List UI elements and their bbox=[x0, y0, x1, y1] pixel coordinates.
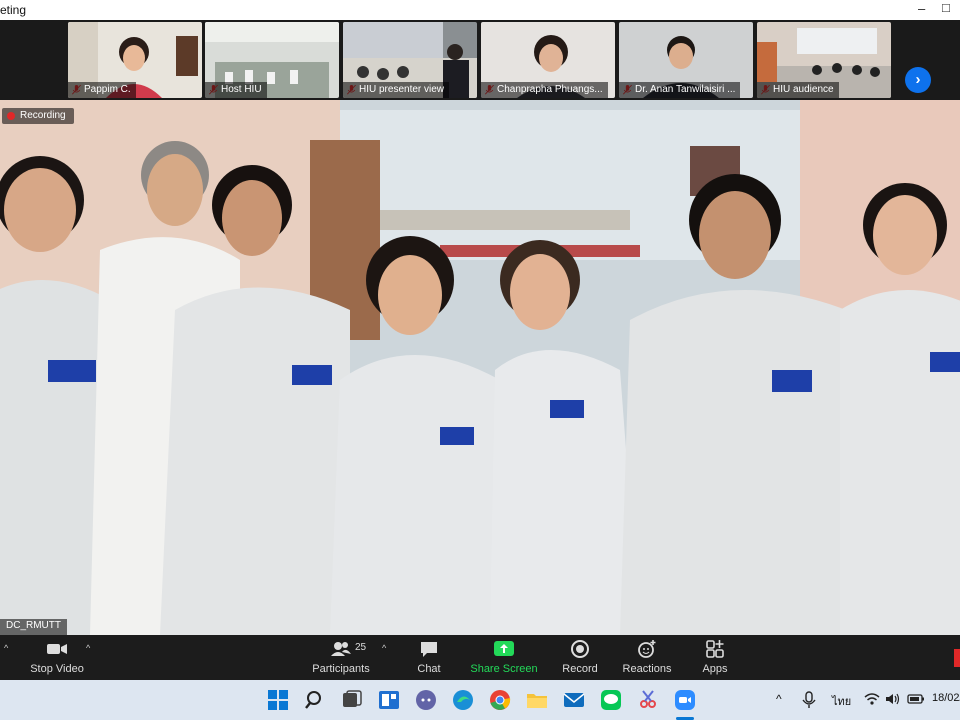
participants-icon bbox=[331, 642, 351, 656]
file-explorer-icon[interactable] bbox=[525, 688, 549, 712]
wifi-icon[interactable] bbox=[864, 692, 880, 706]
participant-name: Dr. Anan Tanwilaisiri ... bbox=[619, 82, 741, 98]
participants-count: 25 bbox=[355, 642, 367, 653]
participant-thumbnail[interactable]: Pappim C. bbox=[68, 22, 202, 98]
participant-strip: Pappim C. Host HIU HIU presenter view Ch… bbox=[0, 20, 960, 100]
share-screen-icon bbox=[494, 641, 514, 656]
record-label: Record bbox=[562, 663, 598, 675]
participant-thumbnail[interactable]: Dr. Anan Tanwilaisiri ... bbox=[619, 22, 753, 98]
speaker-name-label: DC_RMUTT bbox=[0, 619, 67, 635]
speaker-volume-icon[interactable] bbox=[885, 692, 901, 706]
reactions-label: Reactions bbox=[622, 663, 672, 675]
smiley-plus-icon bbox=[638, 640, 656, 658]
audio-options-chevron-icon[interactable]: ^ bbox=[4, 643, 8, 653]
participant-name: Chanprapha Phuangs... bbox=[481, 82, 608, 98]
participant-name: HIU audience bbox=[757, 82, 839, 98]
participants-label: Participants bbox=[312, 663, 370, 675]
teams-chat-icon[interactable] bbox=[414, 688, 438, 712]
stop-video-button[interactable]: Stop Video bbox=[28, 639, 86, 675]
battery-icon[interactable] bbox=[907, 692, 925, 706]
chat-button[interactable]: Chat bbox=[412, 639, 446, 675]
line-app-icon[interactable] bbox=[599, 688, 623, 712]
recording-label: Recording bbox=[20, 110, 66, 121]
edge-browser-icon[interactable] bbox=[451, 688, 475, 712]
recording-dot-icon bbox=[7, 112, 15, 120]
main-video bbox=[0, 100, 960, 635]
group-photo bbox=[0, 100, 960, 635]
record-icon bbox=[571, 640, 589, 658]
windows-taskbar: ^ ไทย 18/02/ bbox=[0, 680, 960, 720]
apps-icon bbox=[706, 640, 724, 658]
participant-name: Host HIU bbox=[205, 82, 267, 98]
reactions-button[interactable]: Reactions bbox=[622, 639, 672, 675]
video-options-chevron-icon[interactable]: ^ bbox=[86, 643, 90, 653]
video-camera-icon bbox=[47, 644, 67, 654]
zoom-app-icon[interactable] bbox=[673, 688, 697, 712]
input-language-indicator[interactable]: ไทย bbox=[832, 692, 851, 710]
mail-icon[interactable] bbox=[562, 688, 586, 712]
apps-label: Apps bbox=[702, 663, 728, 675]
chat-bubble-icon bbox=[421, 642, 437, 657]
chat-label: Chat bbox=[417, 663, 441, 675]
participant-name: HIU presenter view bbox=[343, 82, 450, 98]
participant-thumbnail[interactable]: HIU presenter view bbox=[343, 22, 477, 98]
participants-options-chevron-icon[interactable]: ^ bbox=[382, 643, 386, 653]
meeting-toolbar: ^ Stop Video ^ Participants 25 ^ Chat Sh… bbox=[0, 635, 960, 680]
participant-name: Pappim C. bbox=[68, 82, 136, 98]
chrome-browser-icon[interactable] bbox=[488, 688, 512, 712]
snipping-tool-icon[interactable] bbox=[636, 688, 660, 712]
show-hidden-icons-chevron-icon[interactable]: ^ bbox=[776, 692, 782, 706]
window-titlebar: eting – □ bbox=[0, 0, 960, 20]
search-icon[interactable] bbox=[303, 688, 327, 712]
share-screen-label: Share Screen bbox=[470, 663, 538, 675]
next-page-chevron-icon[interactable]: › bbox=[905, 67, 931, 93]
microphone-icon[interactable] bbox=[802, 691, 816, 709]
participant-thumbnail[interactable]: Host HIU bbox=[205, 22, 339, 98]
taskbar-date[interactable]: 18/02/ bbox=[932, 692, 960, 704]
end-meeting-button[interactable] bbox=[954, 649, 960, 667]
apps-button[interactable]: Apps bbox=[698, 639, 732, 675]
stop-video-label: Stop Video bbox=[30, 663, 84, 675]
share-screen-button[interactable]: Share Screen bbox=[470, 639, 538, 675]
participant-thumbnail[interactable]: Chanprapha Phuangs... bbox=[481, 22, 615, 98]
task-view-icon[interactable] bbox=[340, 688, 364, 712]
participant-thumbnail[interactable]: HIU audience bbox=[757, 22, 891, 98]
minimize-icon[interactable]: – bbox=[918, 1, 925, 16]
widgets-icon[interactable] bbox=[377, 688, 401, 712]
record-button[interactable]: Record bbox=[560, 639, 600, 675]
window-title: eting bbox=[0, 3, 27, 17]
recording-indicator: Recording bbox=[2, 108, 74, 124]
windows-start-icon[interactable] bbox=[266, 688, 290, 712]
maximize-icon[interactable]: □ bbox=[942, 0, 950, 15]
